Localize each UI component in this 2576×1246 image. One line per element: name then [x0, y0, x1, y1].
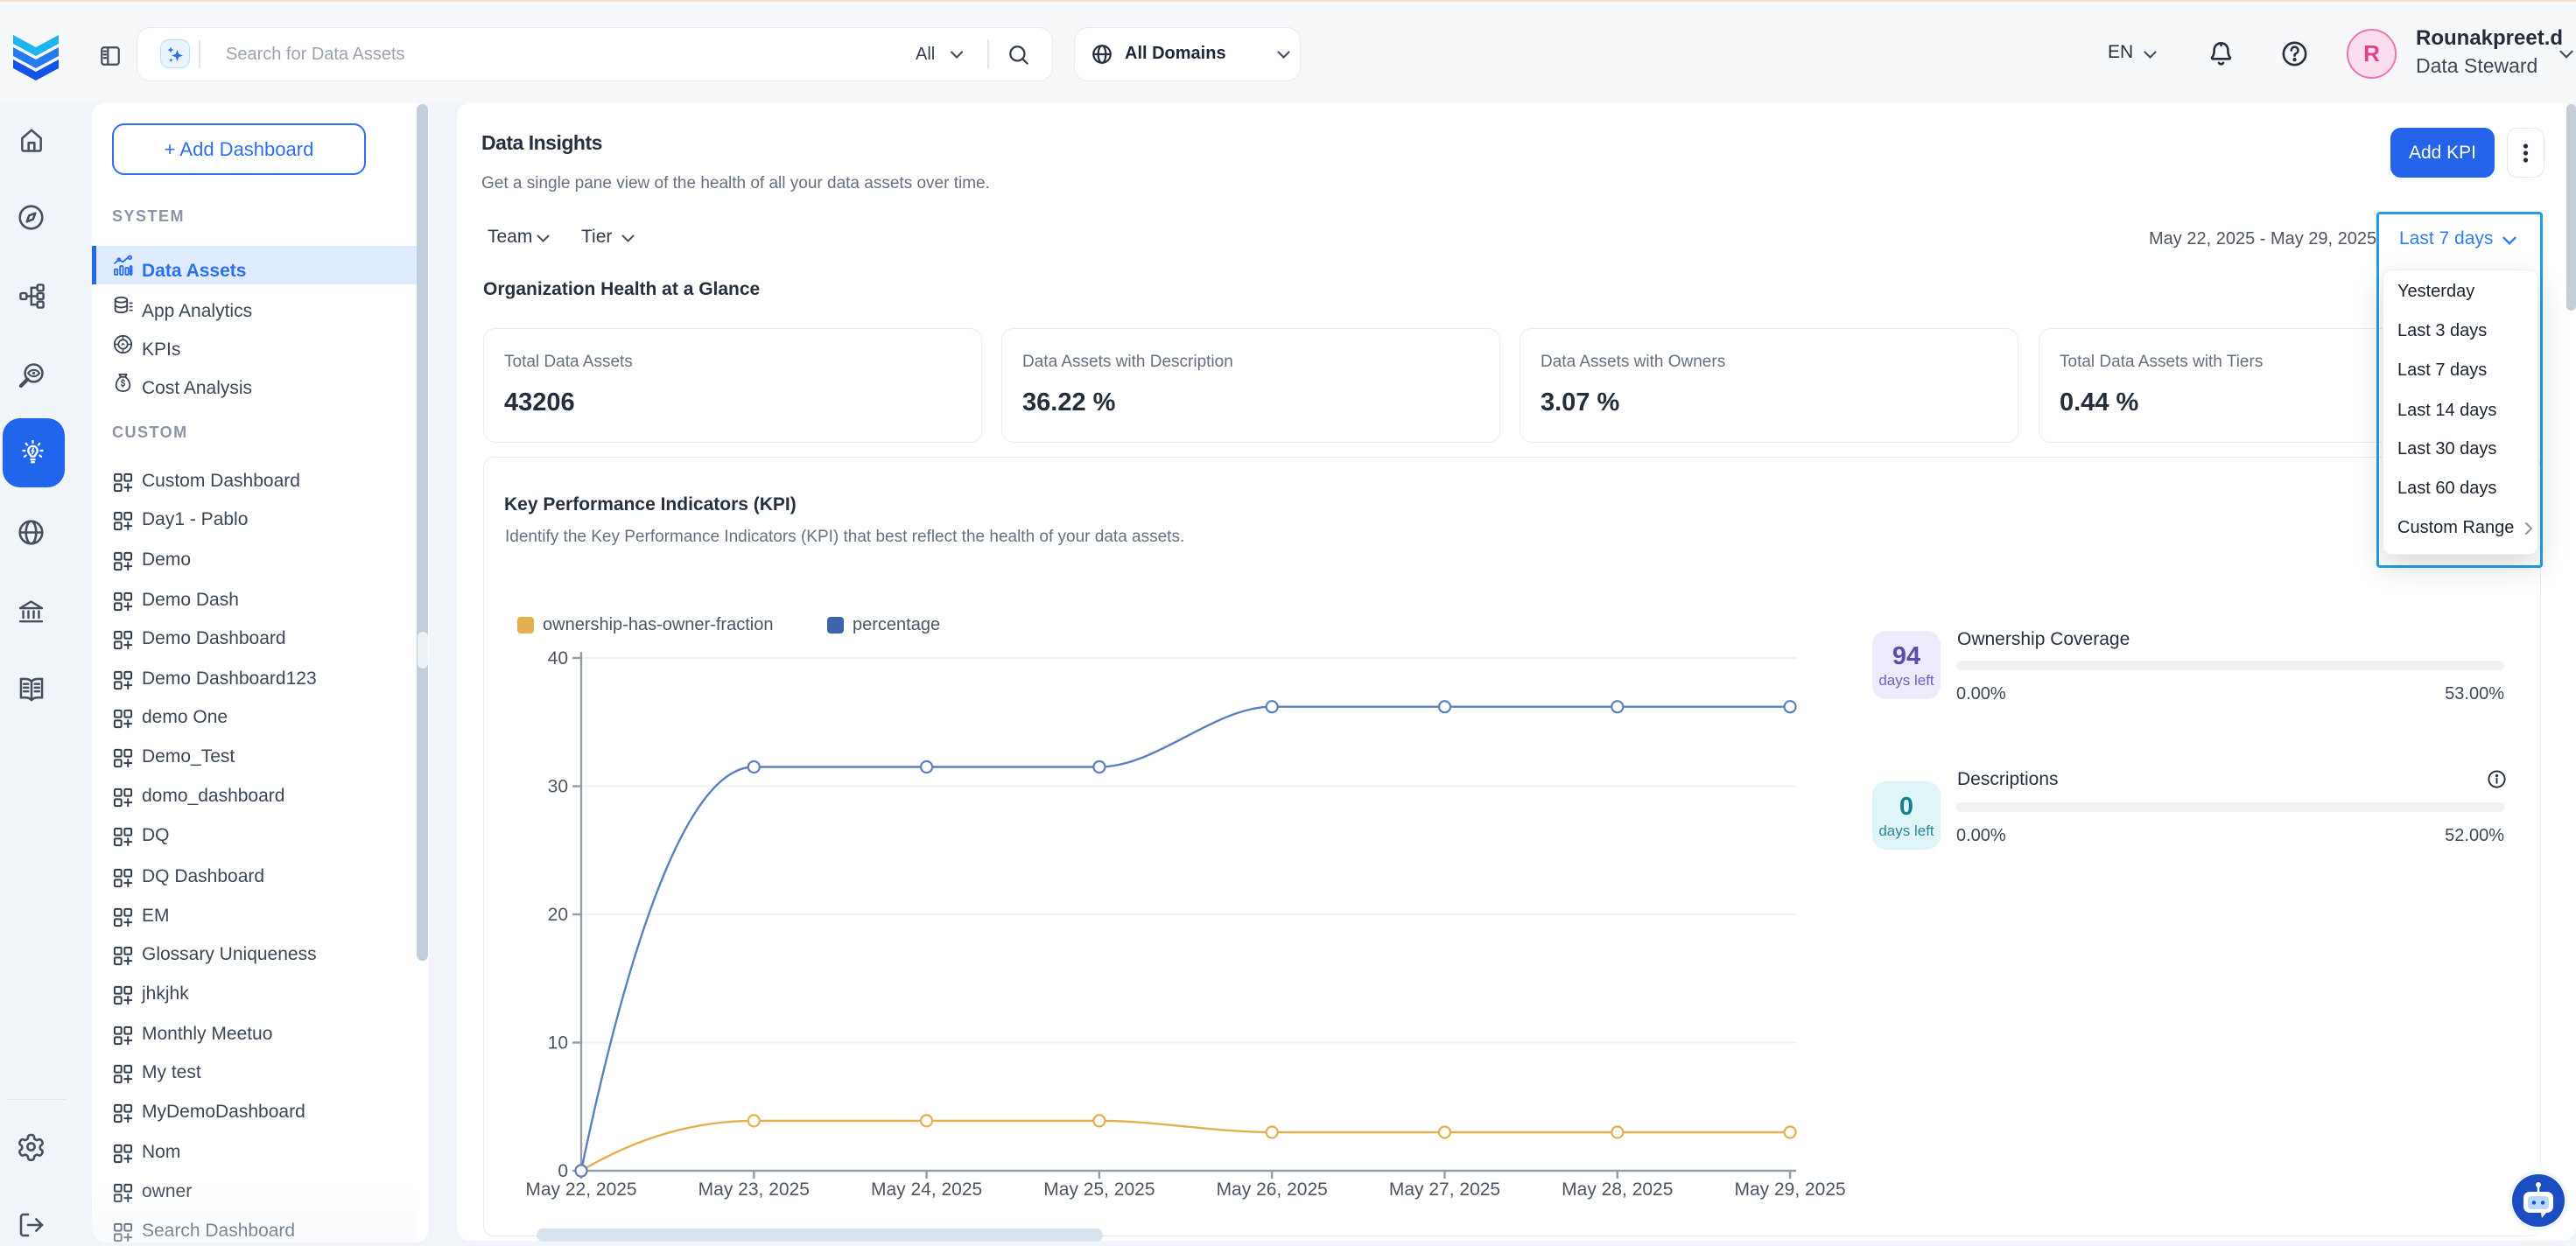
svg-text:0: 0: [558, 1161, 568, 1181]
svg-text:May 28, 2025: May 28, 2025: [1562, 1180, 1673, 1200]
svg-text:May 26, 2025: May 26, 2025: [1217, 1180, 1328, 1200]
svg-text:May 29, 2025: May 29, 2025: [1734, 1180, 1845, 1200]
svg-text:30: 30: [548, 777, 568, 797]
svg-text:10: 10: [548, 1033, 568, 1054]
svg-text:May 27, 2025: May 27, 2025: [1389, 1180, 1500, 1200]
svg-text:May 24, 2025: May 24, 2025: [871, 1180, 982, 1200]
svg-text:20: 20: [548, 905, 568, 925]
svg-text:May 23, 2025: May 23, 2025: [698, 1180, 810, 1200]
svg-text:May 22, 2025: May 22, 2025: [525, 1180, 636, 1200]
svg-text:40: 40: [548, 648, 568, 668]
svg-text:May 25, 2025: May 25, 2025: [1043, 1180, 1155, 1200]
